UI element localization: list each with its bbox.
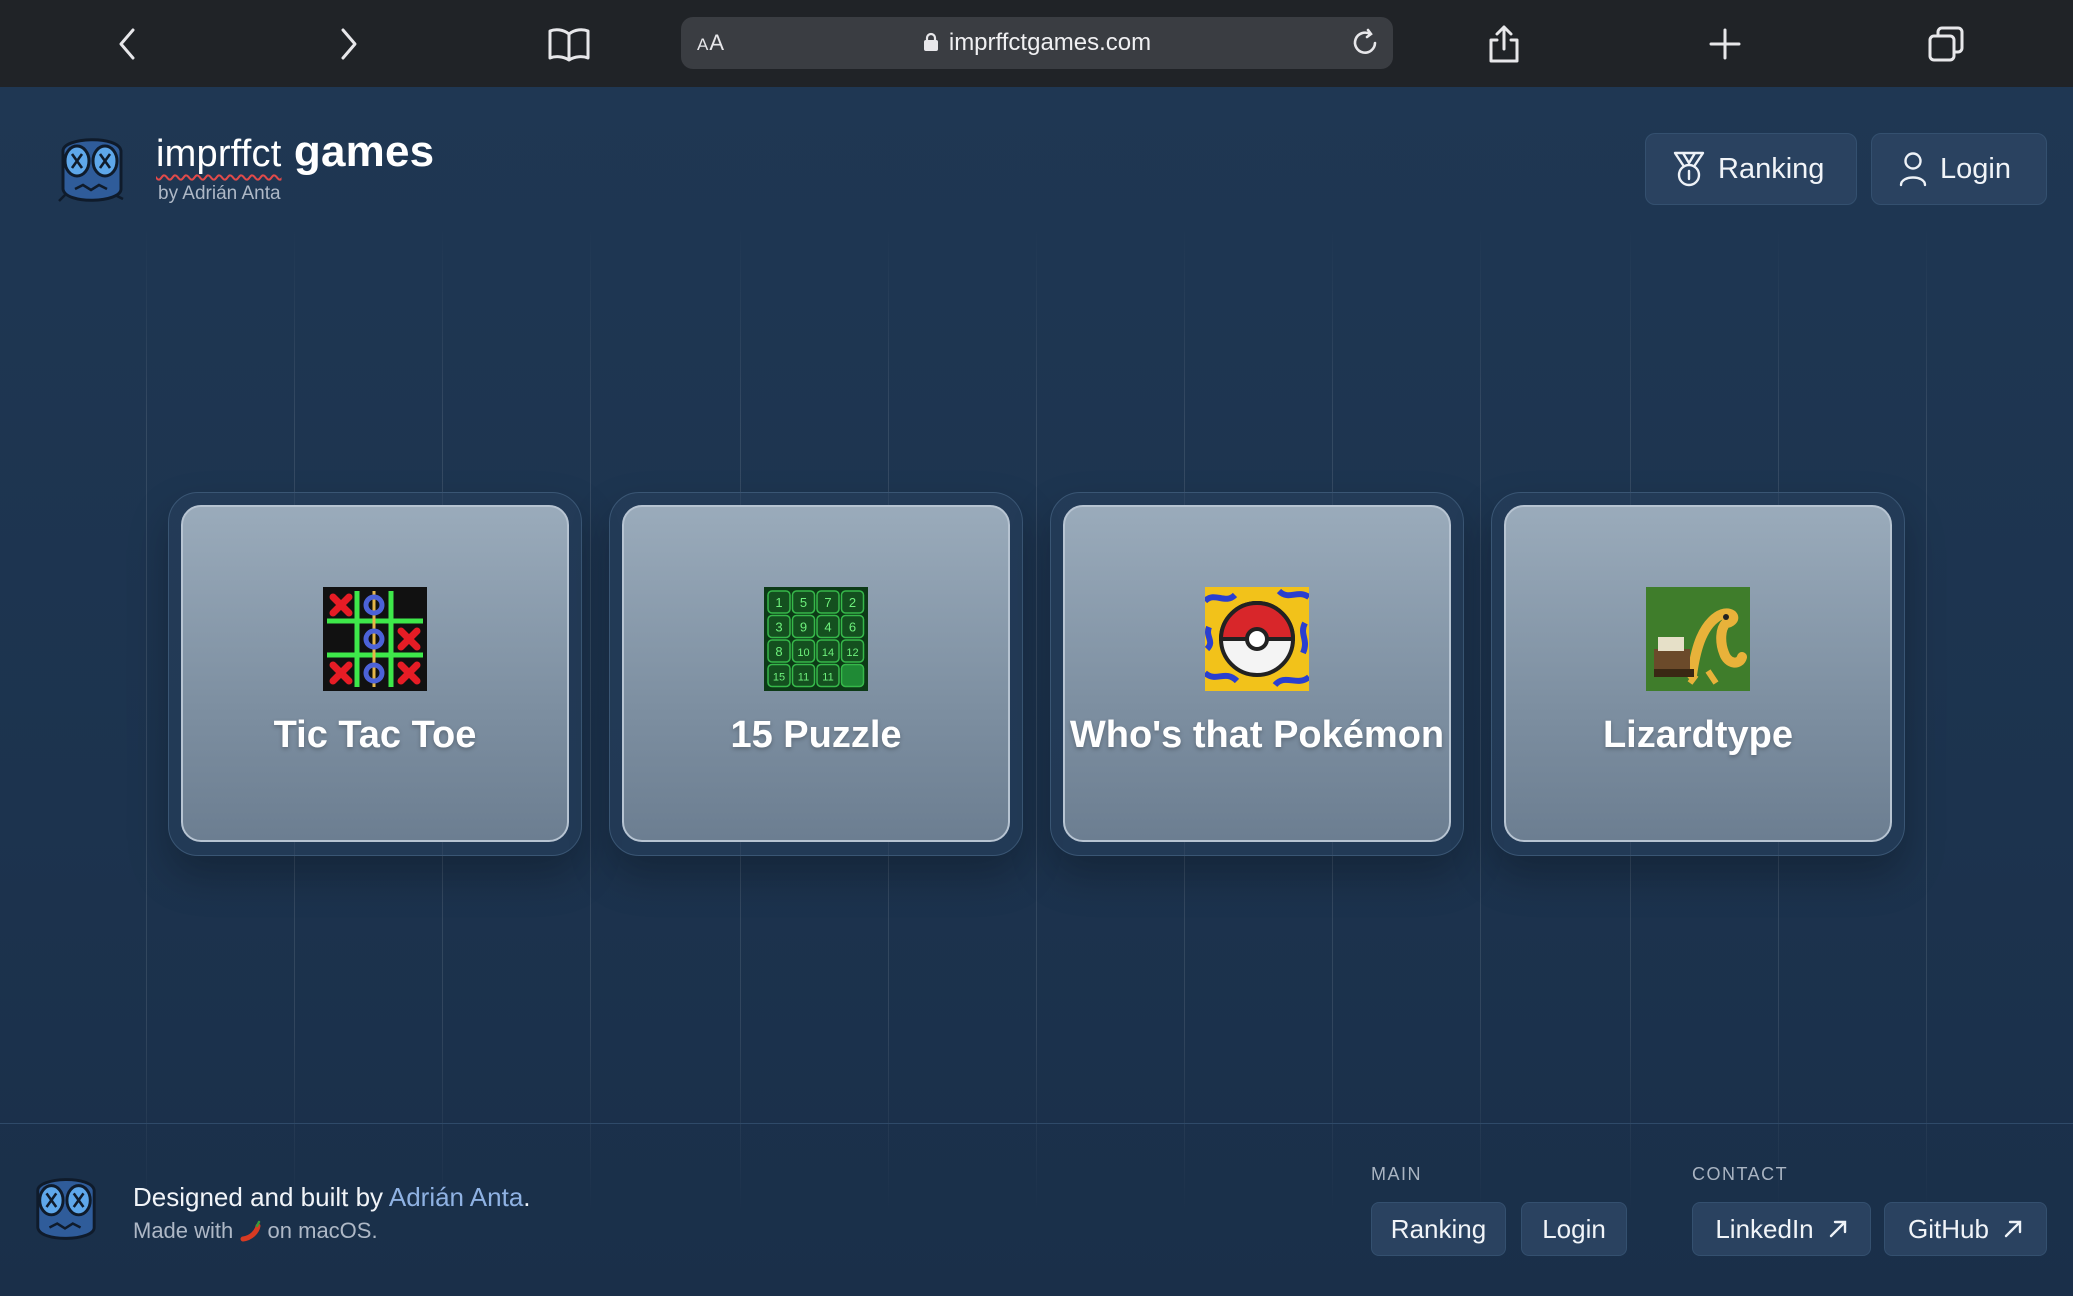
reload-button[interactable] — [1349, 27, 1381, 64]
game-card-face[interactable]: 1 5 7 2 3 9 4 6 8 10 14 12 15 11 11 15 Puzzle — [622, 505, 1010, 842]
made-with-suffix: on macOS. — [267, 1218, 378, 1243]
url-text: imprffctgames.com — [948, 29, 1152, 56]
share-button[interactable] — [1478, 18, 1530, 70]
game-title: 15 Puzzle — [730, 713, 902, 756]
chili-pepper-icon — [240, 1220, 261, 1242]
footer-contact-heading: CONTACT — [1692, 1164, 1789, 1184]
footer-divider — [0, 1123, 2073, 1124]
user-icon — [1899, 152, 1927, 187]
puzzle-tile-number: 8 — [775, 644, 782, 659]
footer-credit: Designed and built by Adrián Anta. — [133, 1182, 531, 1213]
linkedin-link[interactable]: LinkedIn — [1692, 1202, 1871, 1256]
game-card-lizardtype[interactable]: Lizardtype — [1491, 492, 1905, 856]
footer-ranking-label: Ranking — [1390, 1213, 1487, 1244]
tabs-icon — [1928, 26, 1964, 62]
game-title: Who's that Pokémon — [1069, 713, 1445, 756]
puzzle-tile-number: 15 — [773, 671, 785, 683]
game-card-whos-that-pokemon[interactable]: Who's that Pokémon — [1050, 492, 1464, 856]
plus-icon — [1709, 28, 1741, 60]
external-link-arrow-icon — [1829, 1220, 1846, 1238]
game-title: Tic Tac Toe — [273, 713, 477, 756]
footer-main-heading: MAIN — [1371, 1164, 1422, 1184]
puzzle-tile-number: 4 — [824, 619, 831, 634]
fifteen-puzzle-icon: 1 5 7 23 9 4 68 10 14 1215 11 11 — [764, 586, 868, 691]
footer-made-with: Made with on macOS. — [133, 1218, 378, 1244]
new-tab-button[interactable] — [1699, 18, 1751, 70]
brand-name: imprffct games — [156, 127, 434, 177]
login-button[interactable]: Login — [1871, 133, 2047, 205]
footer-credit-prefix: Designed and built by — [133, 1182, 389, 1212]
puzzle-tile-number: 10 — [797, 647, 809, 659]
github-label: GitHub — [1908, 1213, 1989, 1244]
pokeball-icon — [1205, 586, 1309, 691]
ranking-button[interactable]: Ranking — [1645, 133, 1857, 205]
puzzle-tile-number: 5 — [800, 595, 807, 610]
footer-credit-suffix: . — [523, 1182, 531, 1212]
bookmarks-button[interactable] — [543, 18, 595, 70]
puzzle-tile-number: 12 — [846, 647, 858, 659]
reload-icon — [1353, 28, 1377, 54]
footer-logo — [30, 1169, 100, 1247]
github-link[interactable]: GitHub — [1884, 1202, 2047, 1256]
brand[interactable]: imprffct games by Adrián Anta — [156, 127, 434, 205]
game-title: Lizardtype — [1602, 713, 1794, 756]
footer-ranking-link[interactable]: Ranking — [1371, 1202, 1506, 1256]
puzzle-tile-number: 7 — [824, 595, 831, 610]
login-button-label: Login — [1940, 152, 2011, 185]
site-logo[interactable] — [55, 129, 127, 209]
tabs-overview-button[interactable] — [1920, 18, 1972, 70]
lizard-typewriter-icon — [1646, 586, 1750, 691]
footer-login-label: Login — [1542, 1213, 1606, 1244]
chevron-left-icon — [119, 28, 135, 60]
external-link-arrow-icon — [2004, 1220, 2022, 1238]
url-display[interactable]: imprffctgames.com — [681, 29, 1393, 59]
back-button[interactable] — [102, 18, 154, 70]
footer-login-link[interactable]: Login — [1521, 1202, 1627, 1256]
made-with-prefix: Made with — [133, 1218, 234, 1243]
puzzle-tile-number: 11 — [798, 671, 809, 683]
puzzle-tile-number: 3 — [775, 619, 782, 634]
game-card-15-puzzle[interactable]: 1 5 7 2 3 9 4 6 8 10 14 12 15 11 11 15 Puzzle — [609, 492, 1023, 856]
brand-byline: by Adrián Anta — [158, 183, 281, 204]
browser-toolbar: AA imprffctgames.com — [0, 0, 2073, 87]
author-link[interactable]: Adrián Anta — [389, 1182, 523, 1212]
ranking-button-label: Ranking — [1718, 152, 1825, 185]
game-card-face[interactable]: Tic Tac Toe — [181, 505, 569, 842]
lock-icon — [923, 31, 939, 59]
chevron-right-icon — [341, 28, 357, 60]
address-bar[interactable]: AA imprffctgames.com — [681, 17, 1393, 69]
share-icon — [1489, 25, 1519, 63]
medal-icon — [1673, 151, 1705, 187]
page: imprffct games by Adrián Anta Ranking Lo… — [0, 87, 2073, 1296]
puzzle-tile-number: 14 — [822, 647, 834, 659]
game-card-tic-tac-toe[interactable]: Tic Tac Toe — [168, 492, 582, 856]
puzzle-tile-number: 6 — [849, 619, 856, 634]
game-card-face[interactable]: Who's that Pokémon — [1063, 505, 1451, 842]
forward-button[interactable] — [322, 18, 374, 70]
tic-tac-toe-icon — [323, 586, 427, 691]
book-icon — [548, 28, 590, 62]
puzzle-tile-number: 1 — [775, 595, 782, 610]
puzzle-tile-number: 11 — [822, 671, 833, 683]
puzzle-tile-number: 9 — [800, 619, 807, 634]
linkedin-label: LinkedIn — [1715, 1213, 1814, 1244]
game-card-face[interactable]: Lizardtype — [1504, 505, 1892, 842]
brand-name-part1: imprffct — [156, 133, 282, 175]
puzzle-tile — [840, 663, 865, 687]
puzzle-tile-number: 2 — [849, 595, 856, 610]
brand-name-part2: games — [293, 127, 435, 176]
